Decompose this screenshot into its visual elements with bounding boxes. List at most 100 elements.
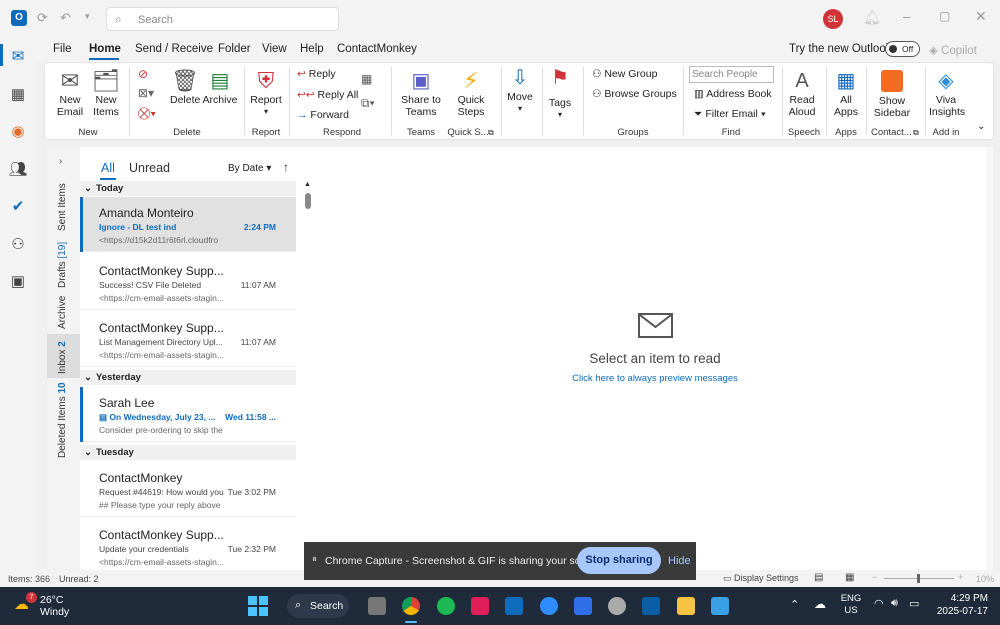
undo-icon[interactable]: ↶ bbox=[60, 10, 71, 26]
cleanup-icon[interactable]: ⊠▾ bbox=[138, 87, 154, 99]
all-apps-button[interactable]: ▦ All Apps bbox=[833, 68, 859, 118]
report-button[interactable]: ⛨ Report ▾ bbox=[249, 68, 283, 118]
copilot-icon[interactable]: ◉ bbox=[9, 122, 27, 140]
org-explorer-icon[interactable]: ⚇ bbox=[9, 235, 27, 253]
archive-button[interactable]: ▤ Archive bbox=[202, 68, 238, 106]
task-view-icon[interactable] bbox=[368, 597, 386, 615]
people-icon[interactable]: 👥︎ bbox=[8, 160, 27, 178]
zoom-in-icon[interactable]: + bbox=[958, 572, 963, 582]
sort-direction-icon[interactable]: ↑ bbox=[283, 160, 289, 174]
settings-icon[interactable] bbox=[608, 597, 626, 615]
group-header-today[interactable]: ⌄ Today bbox=[80, 181, 296, 196]
taskbar-search[interactable]: ⌕ Search bbox=[287, 594, 349, 618]
junk-icon[interactable]: ⛒▾ bbox=[138, 107, 156, 119]
menu-send-receive[interactable]: Send / Receive bbox=[135, 43, 213, 55]
zoom-slider-thumb[interactable] bbox=[917, 574, 920, 583]
new-group-button[interactable]: ⚇ New Group bbox=[592, 68, 657, 80]
todo-icon[interactable]: ✔ bbox=[9, 197, 27, 215]
scroll-up-icon[interactable]: ▲ bbox=[304, 181, 311, 188]
notification-bell-icon[interactable]: 🔔︎ bbox=[863, 9, 881, 26]
more-apps-icon[interactable]: ▣ bbox=[9, 272, 27, 290]
folder-sent-items[interactable]: Sent Items bbox=[57, 183, 68, 231]
folder-inbox[interactable]: Inbox 2 bbox=[57, 341, 68, 374]
close-icon[interactable]: ✕ bbox=[975, 8, 987, 25]
collapse-ribbon-icon[interactable]: ⌄ bbox=[977, 121, 985, 133]
spotify-icon[interactable] bbox=[437, 597, 455, 615]
search-people-input[interactable]: Search People bbox=[689, 66, 774, 83]
quick-steps-button[interactable]: ⚡︎ Quick Steps bbox=[453, 68, 489, 118]
menu-help[interactable]: Help bbox=[300, 43, 324, 55]
move-button[interactable]: ⇩ Move ▾ bbox=[505, 65, 535, 115]
expand-folder-pane-icon[interactable]: › bbox=[59, 156, 62, 167]
browse-groups-button[interactable]: ⚇ Browse Groups bbox=[592, 88, 677, 100]
delete-button[interactable]: 🗑︎ Delete bbox=[170, 68, 200, 106]
reply-button[interactable]: ↩ Reply bbox=[297, 68, 336, 80]
folder-archive[interactable]: Archive bbox=[57, 296, 68, 329]
menu-home[interactable]: Home bbox=[89, 43, 121, 55]
hide-button[interactable]: Hide bbox=[668, 555, 691, 567]
start-button[interactable] bbox=[248, 596, 268, 616]
stop-sharing-button[interactable]: Stop sharing bbox=[577, 547, 661, 574]
reading-pane-scrollbar[interactable] bbox=[986, 147, 993, 570]
list-item[interactable]: ContactMonkey Request #44619: How would … bbox=[80, 462, 296, 517]
tab-all[interactable]: All bbox=[101, 161, 115, 175]
battery-icon[interactable]: ▭ bbox=[909, 597, 919, 610]
sort-by-date-dropdown[interactable]: By Date ▾ bbox=[228, 163, 271, 174]
mail-icon[interactable]: ✉ bbox=[9, 47, 27, 65]
teams-taskbar-icon[interactable] bbox=[574, 597, 592, 615]
wifi-icon[interactable]: ◠ bbox=[874, 597, 884, 610]
always-preview-link[interactable]: Click here to always preview messages bbox=[554, 373, 756, 384]
list-item[interactable]: ContactMonkey Supp... Update your creden… bbox=[80, 519, 296, 574]
volume-icon[interactable]: 🔊︎ bbox=[891, 597, 898, 610]
language-indicator[interactable]: ENG US bbox=[840, 593, 862, 617]
zoom-icon[interactable] bbox=[540, 597, 558, 615]
list-item[interactable]: ContactMonkey Supp... List Management Di… bbox=[80, 312, 296, 367]
forward-button[interactable]: → Forward bbox=[297, 109, 349, 121]
folder-deleted-items[interactable]: Deleted Items 10 bbox=[57, 382, 68, 458]
minimize-icon[interactable]: – bbox=[903, 9, 910, 24]
normal-view-icon[interactable]: ▤ bbox=[814, 572, 823, 583]
onedrive-icon[interactable]: ☁ bbox=[814, 597, 826, 611]
outlook-taskbar-icon[interactable] bbox=[505, 597, 523, 615]
meeting-icon[interactable]: ▦ bbox=[361, 73, 372, 85]
list-item[interactable]: Sarah Lee ▤ On Wednesday, July 23, ... W… bbox=[80, 387, 296, 442]
group-header-tuesday[interactable]: ⌄ Tuesday bbox=[80, 445, 296, 460]
weather-widget[interactable]: ☁ 7 26°C Windy bbox=[14, 592, 94, 620]
new-email-button[interactable]: ✉ New Email bbox=[54, 68, 86, 118]
file-explorer-icon[interactable] bbox=[677, 597, 695, 615]
copilot-button[interactable]: ◈ Copilot bbox=[929, 43, 977, 57]
calendar-icon[interactable]: ▦ bbox=[9, 85, 27, 103]
message-list-scrollbar[interactable]: ▲ bbox=[304, 181, 312, 569]
menu-folder[interactable]: Folder bbox=[218, 43, 251, 55]
display-settings-button[interactable]: ▭ Display Settings bbox=[723, 573, 799, 584]
filter-email-button[interactable]: ⏷ Filter Email ▾ bbox=[694, 108, 766, 120]
slack-icon[interactable] bbox=[471, 597, 489, 615]
sync-icon[interactable]: ⟳ bbox=[37, 10, 48, 26]
dialog-launcher-icon[interactable]: ⧉ bbox=[913, 127, 919, 139]
reply-all-button[interactable]: ↩↩ Reply All bbox=[297, 89, 358, 101]
show-hidden-icons[interactable]: ⌃ bbox=[790, 598, 799, 611]
viva-insights-button[interactable]: ◈ Viva Insights bbox=[929, 68, 965, 118]
menu-contactmonkey[interactable]: ContactMonkey bbox=[337, 43, 417, 55]
group-header-yesterday[interactable]: ⌄ Yesterday bbox=[80, 370, 296, 385]
ignore-icon[interactable]: ⊘ bbox=[138, 68, 148, 80]
outlook-new-icon[interactable] bbox=[642, 597, 660, 615]
reading-view-icon[interactable]: ▦ bbox=[845, 572, 854, 583]
search-box[interactable]: ⌕ Search bbox=[106, 7, 339, 31]
menu-file[interactable]: File bbox=[53, 43, 72, 55]
tags-button[interactable]: ⚑ Tags ▾ bbox=[547, 65, 573, 121]
list-item[interactable]: ContactMonkey Supp... Success! CSV File … bbox=[80, 255, 296, 310]
dialog-launcher-icon[interactable]: ⧉ bbox=[488, 127, 494, 139]
chrome-icon[interactable] bbox=[402, 597, 420, 615]
more-respond-icon[interactable]: ⧉▾ bbox=[361, 97, 375, 109]
zoom-slider[interactable] bbox=[884, 574, 954, 583]
list-item[interactable]: Amanda Monteiro Ignore - DL test ind 2:2… bbox=[80, 197, 296, 252]
new-items-button[interactable]: 🗂︎ New Items bbox=[89, 68, 123, 118]
share-to-teams-button[interactable]: ▣ Share to Teams bbox=[399, 68, 443, 118]
account-avatar[interactable]: SL bbox=[823, 9, 843, 29]
customize-toolbar-icon[interactable]: ▾ bbox=[85, 11, 90, 22]
maximize-icon[interactable]: ▢ bbox=[939, 9, 950, 23]
tab-unread[interactable]: Unread bbox=[129, 161, 170, 175]
drag-handle-icon[interactable]: ⏸ bbox=[312, 554, 317, 565]
new-outlook-toggle[interactable]: Off bbox=[885, 41, 920, 57]
